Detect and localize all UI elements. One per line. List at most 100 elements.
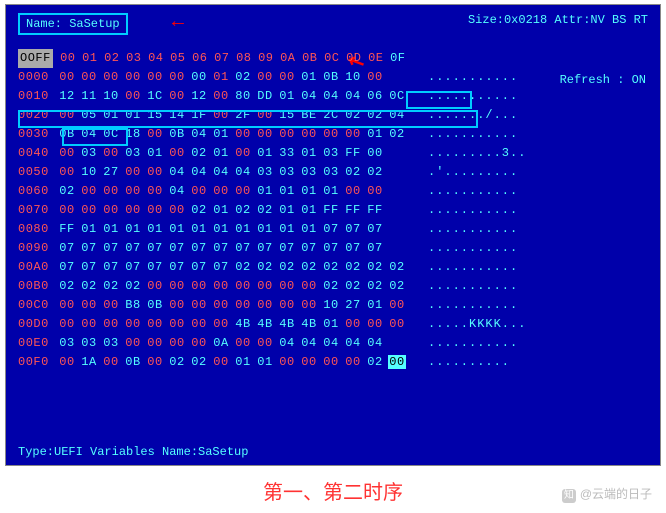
- hex-byte[interactable]: 00: [100, 182, 122, 201]
- hex-byte[interactable]: 00: [232, 277, 254, 296]
- hex-byte[interactable]: 00: [166, 87, 188, 106]
- hex-byte[interactable]: 01: [254, 353, 276, 372]
- hex-byte[interactable]: 00: [166, 315, 188, 334]
- hex-byte[interactable]: 1C: [144, 87, 166, 106]
- hex-byte[interactable]: 04: [342, 334, 364, 353]
- hex-byte[interactable]: 00: [254, 296, 276, 315]
- hex-byte[interactable]: 03: [320, 163, 342, 182]
- hex-byte[interactable]: 04: [298, 87, 320, 106]
- hex-byte[interactable]: 03: [122, 144, 144, 163]
- hex-byte[interactable]: 02: [364, 353, 386, 372]
- hex-byte[interactable]: 00: [232, 334, 254, 353]
- hex-byte[interactable]: 01: [320, 182, 342, 201]
- hex-byte[interactable]: 00: [342, 353, 364, 372]
- hex-byte[interactable]: 00: [144, 182, 166, 201]
- hex-byte[interactable]: 00: [320, 125, 342, 144]
- hex-byte[interactable]: 02: [254, 258, 276, 277]
- hex-byte[interactable]: 01: [210, 68, 232, 87]
- hex-byte[interactable]: 04: [210, 163, 232, 182]
- hex-byte[interactable]: 02: [78, 277, 100, 296]
- hex-byte[interactable]: 12: [56, 87, 78, 106]
- hex-byte[interactable]: 0B: [122, 353, 144, 372]
- hex-byte[interactable]: 00: [232, 144, 254, 163]
- hex-byte[interactable]: 00: [122, 334, 144, 353]
- hex-byte[interactable]: 01: [276, 201, 298, 220]
- hex-byte[interactable]: 01: [210, 125, 232, 144]
- hex-row[interactable]: 0070000000000000020102020101FFFFFF .....…: [18, 201, 648, 220]
- hex-byte[interactable]: 00: [56, 353, 78, 372]
- hex-byte[interactable]: 00: [78, 201, 100, 220]
- hex-byte[interactable]: 12: [188, 87, 210, 106]
- hex-row[interactable]: 00C0000000B80B0000000000000010270100....…: [18, 296, 648, 315]
- hex-row[interactable]: 00D000000000000000004B4B4B4B01000000....…: [18, 315, 648, 334]
- hex-byte[interactable]: 00: [320, 353, 342, 372]
- hex-byte[interactable]: 00: [364, 144, 386, 163]
- hex-byte[interactable]: 07: [122, 239, 144, 258]
- hex-byte[interactable]: 02: [100, 277, 122, 296]
- hex-byte[interactable]: 00: [188, 277, 210, 296]
- hex-byte[interactable]: FF: [56, 220, 78, 239]
- hex-byte[interactable]: 00: [232, 296, 254, 315]
- hex-byte[interactable]: 00: [210, 277, 232, 296]
- hex-byte[interactable]: 0A: [210, 334, 232, 353]
- hex-byte[interactable]: 02: [188, 144, 210, 163]
- hex-byte[interactable]: 00: [78, 315, 100, 334]
- hex-byte[interactable]: 03: [254, 163, 276, 182]
- hex-byte[interactable]: 04: [276, 334, 298, 353]
- hex-byte[interactable]: 02: [386, 125, 408, 144]
- hex-byte[interactable]: 00: [78, 296, 100, 315]
- hex-byte[interactable]: 01: [78, 220, 100, 239]
- hex-byte[interactable]: 00: [144, 201, 166, 220]
- hex-byte[interactable]: 07: [364, 239, 386, 258]
- hex-byte[interactable]: 07: [232, 239, 254, 258]
- hex-row[interactable]: 00000000000000000001020000010B1000 .....…: [18, 68, 648, 87]
- hex-byte[interactable]: 00: [166, 296, 188, 315]
- hex-byte[interactable]: 07: [188, 258, 210, 277]
- hex-byte[interactable]: 01: [254, 182, 276, 201]
- hex-byte[interactable]: 03: [78, 144, 100, 163]
- hex-byte[interactable]: 00: [386, 296, 408, 315]
- hex-byte[interactable]: 00: [188, 315, 210, 334]
- hex-byte[interactable]: 07: [166, 239, 188, 258]
- hex-byte[interactable]: 01: [210, 201, 232, 220]
- hex-byte[interactable]: 0C: [100, 125, 122, 144]
- hex-byte[interactable]: 01: [100, 106, 122, 125]
- hex-byte[interactable]: 07: [188, 239, 210, 258]
- hex-byte[interactable]: 02: [188, 353, 210, 372]
- hex-byte[interactable]: 00: [210, 87, 232, 106]
- hex-row[interactable]: 0060020000000004000000010101010000 .....…: [18, 182, 648, 201]
- hex-byte[interactable]: FF: [342, 201, 364, 220]
- hex-byte[interactable]: 04: [386, 106, 408, 125]
- hex-byte[interactable]: 00: [100, 296, 122, 315]
- hex-byte[interactable]: 00: [210, 315, 232, 334]
- hex-byte[interactable]: 00: [56, 144, 78, 163]
- hex-byte[interactable]: 01: [254, 144, 276, 163]
- hex-byte[interactable]: 01: [298, 220, 320, 239]
- hex-byte[interactable]: 00: [254, 334, 276, 353]
- hex-row[interactable]: 004000030003010002010001330103FF00 .....…: [18, 144, 648, 163]
- hex-byte[interactable]: 0B: [56, 125, 78, 144]
- hex-byte[interactable]: 00: [144, 334, 166, 353]
- hex-byte[interactable]: 4B: [232, 315, 254, 334]
- hex-byte[interactable]: 80: [232, 87, 254, 106]
- hex-byte[interactable]: 02: [232, 68, 254, 87]
- hex-byte[interactable]: 00: [276, 125, 298, 144]
- hex-byte[interactable]: 02: [342, 163, 364, 182]
- hex-byte[interactable]: 01: [232, 353, 254, 372]
- hex-byte[interactable]: 10: [78, 163, 100, 182]
- hex-byte[interactable]: 00: [166, 334, 188, 353]
- hex-byte[interactable]: 00: [254, 106, 276, 125]
- hex-byte[interactable]: 00: [386, 353, 408, 372]
- hex-row[interactable]: 0050001027000004040404030303030202 .'...…: [18, 163, 648, 182]
- hex-byte[interactable]: 00: [364, 182, 386, 201]
- hex-byte[interactable]: 00: [100, 144, 122, 163]
- hex-byte[interactable]: 01: [210, 220, 232, 239]
- hex-byte[interactable]: 00: [364, 315, 386, 334]
- hex-byte[interactable]: 00: [342, 315, 364, 334]
- hex-byte[interactable]: 03: [276, 163, 298, 182]
- hex-byte[interactable]: 4B: [276, 315, 298, 334]
- hex-byte[interactable]: 00: [100, 201, 122, 220]
- hex-byte[interactable]: 00: [166, 201, 188, 220]
- hex-row[interactable]: 0090070707070707070707070707070707 .....…: [18, 239, 648, 258]
- hex-byte[interactable]: 03: [320, 144, 342, 163]
